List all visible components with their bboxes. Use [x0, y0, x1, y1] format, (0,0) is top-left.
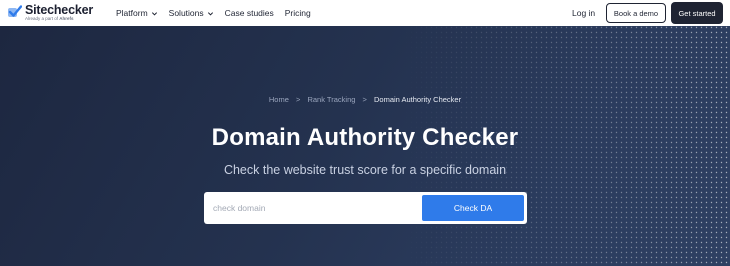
chevron-down-icon: [207, 11, 213, 15]
domain-search-form: Check DA: [204, 192, 527, 224]
brand-name: Sitechecker: [25, 3, 93, 17]
check-da-button[interactable]: Check DA: [422, 195, 524, 221]
nav-item-label: Case studies: [224, 8, 274, 18]
breadcrumb-home[interactable]: Home: [269, 95, 289, 104]
breadcrumb-rank-tracking[interactable]: Rank Tracking: [307, 95, 355, 104]
main-nav: Platform Solutions Case studies Pricing: [116, 0, 322, 26]
nav-item-label: Solutions: [168, 8, 204, 18]
breadcrumb-separator: >: [362, 95, 367, 104]
check-logo-icon: [8, 5, 22, 17]
nav-item-label: Platform: [116, 8, 148, 18]
login-link[interactable]: Log in: [572, 8, 595, 18]
chevron-down-icon: [151, 11, 157, 15]
book-demo-button[interactable]: Book a demo: [606, 3, 666, 23]
top-header: Sitechecker Already a part of Ahrefs Pla…: [0, 0, 730, 26]
page-title: Domain Authority Checker: [211, 124, 519, 151]
nav-item-label: Pricing: [284, 8, 311, 18]
domain-input[interactable]: [213, 198, 418, 218]
nav-item-case-studies[interactable]: Case studies: [225, 8, 274, 18]
breadcrumb-current: Domain Authority Checker: [373, 95, 462, 104]
nav-item-solutions[interactable]: Solutions: [169, 8, 214, 18]
nav-item-pricing[interactable]: Pricing: [285, 8, 311, 18]
page-subtitle: Check the website trust score for a spec…: [223, 163, 507, 177]
hero-section: Home > Rank Tracking > Domain Authority …: [0, 26, 730, 266]
get-started-button[interactable]: Get started: [671, 2, 723, 24]
breadcrumb: Home > Rank Tracking > Domain Authority …: [0, 95, 730, 104]
brand-tagline: Already a part of Ahrefs: [25, 16, 74, 21]
breadcrumb-separator: >: [295, 95, 301, 104]
brand-logo[interactable]: Sitechecker Already a part of Ahrefs: [8, 3, 98, 23]
nav-item-platform[interactable]: Platform: [116, 8, 158, 18]
